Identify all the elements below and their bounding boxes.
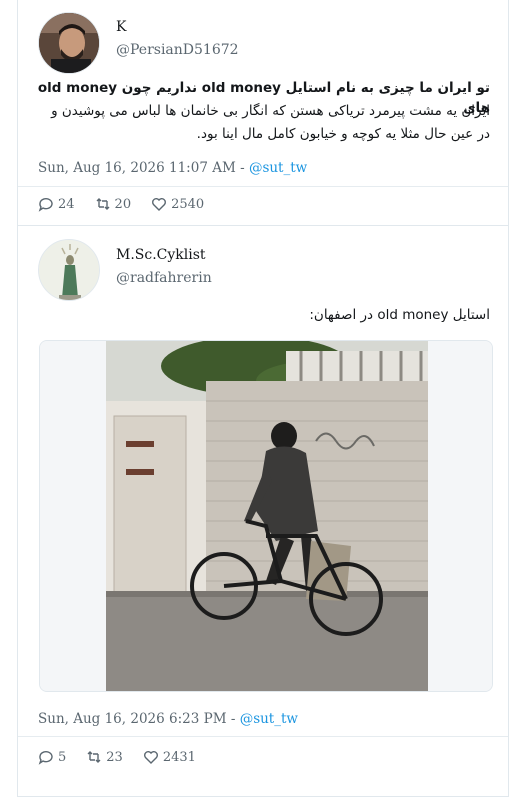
source-link[interactable]: @sut_tw [240,711,298,727]
user-handle[interactable]: @radfahrerin [116,270,212,286]
heart-icon [143,751,158,764]
separator: - [226,711,240,727]
retweet-count: 23 [106,749,123,765]
retweet-icon [87,751,101,763]
avatar[interactable] [38,239,100,301]
reply-icon [38,750,53,765]
like-button[interactable]: 2431 [143,749,196,765]
retweet-button[interactable]: 23 [86,749,123,765]
tweet-thread-card: K @PersianD51672 تو ایران ما چیزی به نام… [17,0,509,797]
tweet-meta: Sun, Aug 16, 2026 6:23 PM - @sut_tw [38,711,298,727]
display-name[interactable]: M.Sc.Cyklist [116,247,206,263]
divider [18,736,508,737]
tweet-2: M.Sc.Cyklist @radfahrerin استایل old mon… [18,0,508,797]
action-bar: 5 23 2431 [38,749,196,765]
tweet-media[interactable] [39,340,493,692]
timestamp[interactable]: Sun, Aug 16, 2026 6:23 PM [38,711,227,727]
reply-button[interactable]: 5 [38,749,66,765]
statue-avatar-icon [39,240,99,300]
tweet-text: استایل old money در اصفهان: [309,307,490,323]
bicycle-photo [40,341,492,691]
reply-count: 5 [58,749,67,765]
like-count: 2431 [162,749,196,765]
